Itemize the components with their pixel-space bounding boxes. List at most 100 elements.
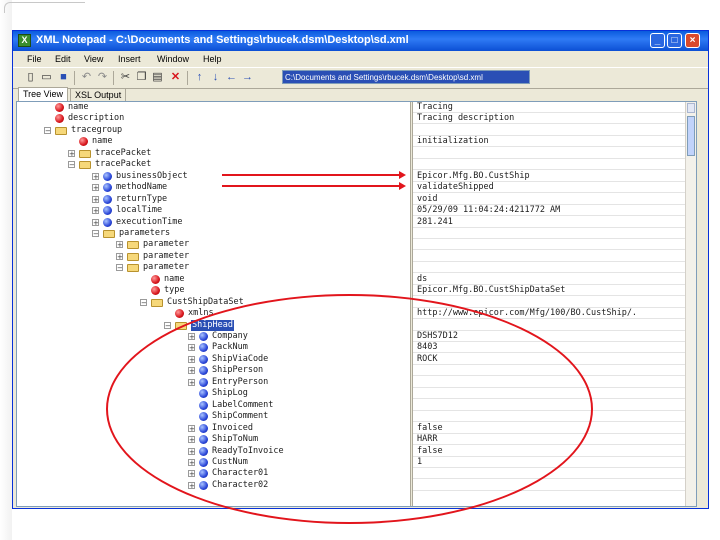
scroll-up-arrow[interactable] <box>687 103 695 113</box>
expand-icon[interactable]: + <box>92 207 99 215</box>
expand-icon[interactable]: + <box>116 241 123 249</box>
expand-icon[interactable]: + <box>92 195 99 203</box>
menu-insert[interactable]: Insert <box>118 54 141 64</box>
tree-node-label[interactable]: description <box>68 113 124 124</box>
tree-row[interactable]: − tracegroup <box>17 125 409 136</box>
folder-icon <box>127 241 139 250</box>
menu-view[interactable]: View <box>84 54 103 64</box>
tree-row[interactable]: + tracePacket <box>17 148 409 159</box>
tree-node-label[interactable]: tracePacket <box>95 159 151 170</box>
tab-xsl-output[interactable]: XSL Output <box>70 88 127 101</box>
value-cell[interactable]: Tracing <box>413 102 693 113</box>
tree-row[interactable]: name <box>17 274 409 285</box>
collapse-icon[interactable]: − <box>68 161 75 169</box>
value-cell[interactable]: Epicor.Mfg.BO.CustShip <box>413 171 693 182</box>
minimize-button[interactable]: _ <box>650 33 665 48</box>
menu-window[interactable]: Window <box>157 54 189 64</box>
tree-row[interactable]: + parameter <box>17 251 409 262</box>
menu-edit[interactable]: Edit <box>55 54 71 64</box>
value-cell[interactable]: void <box>413 194 693 205</box>
expand-icon[interactable]: + <box>92 184 99 192</box>
nudge-right-icon[interactable]: → <box>241 71 254 84</box>
collapse-icon[interactable]: − <box>164 321 171 329</box>
attribute-icon <box>175 309 184 319</box>
nudge-down-icon[interactable]: ↓ <box>209 71 222 84</box>
expand-icon[interactable]: + <box>92 172 99 180</box>
open-icon[interactable]: ▭ <box>40 71 53 84</box>
value-cell[interactable]: initialization <box>413 136 693 148</box>
tree-row[interactable]: + businessObject <box>17 171 409 182</box>
tree-row[interactable]: + methodName <box>17 182 409 193</box>
value-cell[interactable] <box>413 239 693 251</box>
new-icon[interactable]: ▯ <box>24 71 37 84</box>
tree-node-label[interactable]: CustShipDataSet <box>167 297 244 308</box>
delete-icon[interactable]: ✕ <box>169 71 182 84</box>
tree-node-label[interactable]: parameters <box>119 228 170 239</box>
tree-row[interactable]: name <box>17 136 409 147</box>
tree-row[interactable]: description <box>17 113 409 124</box>
element-icon <box>103 194 112 204</box>
value-cell[interactable] <box>413 251 693 262</box>
expand-icon[interactable]: + <box>92 218 99 226</box>
nudge-left-icon[interactable]: ← <box>225 71 238 84</box>
collapse-icon[interactable]: − <box>116 264 123 272</box>
tree-node-label[interactable]: localTime <box>116 205 162 216</box>
paste-icon[interactable]: ▤ <box>151 71 164 84</box>
expand-icon[interactable]: + <box>116 252 123 260</box>
tree-row[interactable]: − tracePacket <box>17 159 409 170</box>
tree-row[interactable]: + parameter <box>17 239 409 250</box>
tree-node-label[interactable]: name <box>164 274 184 285</box>
value-cell[interactable] <box>413 159 693 171</box>
tree-node-label[interactable]: methodName <box>116 182 167 193</box>
nudge-up-icon[interactable]: ↑ <box>193 71 206 84</box>
file-path-field[interactable]: C:\Documents and Settings\rbucek.dsm\Des… <box>282 70 530 84</box>
tree-row[interactable]: name <box>17 102 409 113</box>
title-bar[interactable]: X XML Notepad - C:\Documents and Setting… <box>13 31 708 51</box>
tree-row[interactable]: + returnType <box>17 194 409 205</box>
tree-row[interactable]: − parameter <box>17 262 409 273</box>
scroll-thumb[interactable] <box>687 116 695 156</box>
value-cell[interactable]: 281.241 <box>413 217 693 228</box>
tree-node-label[interactable]: executionTime <box>116 217 183 228</box>
tree-node-label[interactable]: returnType <box>116 194 167 205</box>
tree-row[interactable]: + localTime <box>17 205 409 216</box>
element-icon <box>103 206 112 216</box>
menu-file[interactable]: File <box>27 54 42 64</box>
tree-node-label[interactable]: type <box>164 285 184 296</box>
undo-icon[interactable]: ↶ <box>80 71 93 84</box>
value-cell[interactable] <box>413 228 693 239</box>
value-cell[interactable]: validateShipped <box>413 182 693 194</box>
collapse-icon[interactable]: − <box>140 298 147 306</box>
cut-icon[interactable]: ✂ <box>119 71 132 84</box>
tree-row[interactable]: − parameters <box>17 228 409 239</box>
copy-icon[interactable]: ❐ <box>135 71 148 84</box>
tab-tree-view[interactable]: Tree View <box>18 87 69 101</box>
redo-icon[interactable]: ↷ <box>96 71 109 84</box>
folder-icon <box>103 229 115 238</box>
value-cell[interactable] <box>413 125 693 136</box>
tree-node-label[interactable]: tracegroup <box>71 125 122 136</box>
maximize-button[interactable]: □ <box>667 33 682 48</box>
tree-node-label[interactable]: businessObject <box>116 171 188 182</box>
value-cell[interactable]: Tracing description <box>413 113 693 125</box>
close-button[interactable]: × <box>685 33 700 48</box>
vertical-scrollbar[interactable] <box>685 102 696 506</box>
value-cell[interactable] <box>413 148 693 159</box>
value-cell[interactable]: ds <box>413 274 693 285</box>
value-cell[interactable] <box>413 262 693 274</box>
tree-node-label[interactable]: parameter <box>143 251 189 262</box>
expand-icon[interactable]: + <box>68 149 75 157</box>
tree-node-label[interactable]: tracePacket <box>95 148 151 159</box>
value-cell[interactable]: Epicor.Mfg.BO.CustShipDataSet <box>413 285 693 297</box>
menu-help[interactable]: Help <box>203 54 222 64</box>
collapse-icon[interactable]: − <box>44 126 51 134</box>
collapse-icon[interactable]: − <box>92 229 99 237</box>
tree-node-label[interactable]: name <box>68 102 88 113</box>
tree-node-label[interactable]: parameter <box>143 239 189 250</box>
tree-node-label[interactable]: name <box>92 136 112 147</box>
value-cell[interactable]: 05/29/09 11:04:24:4211772 AM <box>413 205 693 217</box>
tree-node-label[interactable]: parameter <box>143 262 189 273</box>
tree-row[interactable]: + executionTime <box>17 217 409 228</box>
annotation-arrow <box>222 185 400 187</box>
save-icon[interactable]: ■ <box>57 71 70 84</box>
